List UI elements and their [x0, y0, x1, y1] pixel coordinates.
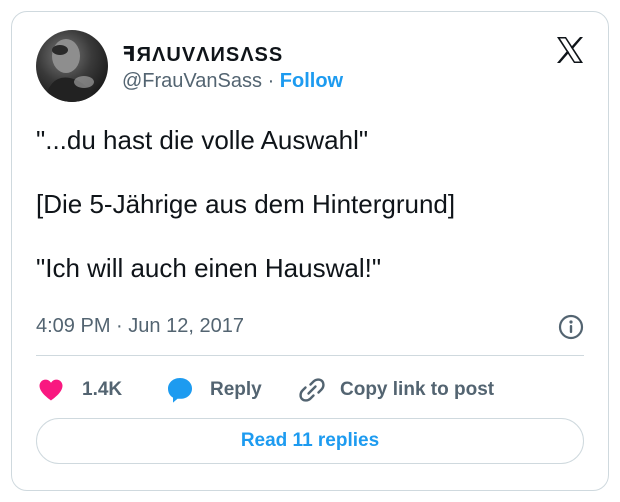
handle-row: @FrauVanSass · Follow [122, 70, 343, 93]
user-handle[interactable]: @FrauVanSass [122, 70, 262, 92]
timestamp[interactable]: 4:09 PM · Jun 12, 2017 [36, 315, 244, 338]
follow-button[interactable]: Follow [280, 70, 343, 92]
avatar[interactable] [36, 30, 108, 102]
info-icon[interactable] [558, 314, 584, 340]
tweet-time: 4:09 PM [36, 315, 111, 337]
display-name[interactable]: ꟻЯΛUVΛИSΛSS [122, 42, 283, 67]
like-button[interactable]: 1.4K [38, 372, 122, 408]
copy-link-label: Copy link to post [340, 379, 495, 400]
speech-bubble-icon [168, 378, 192, 403]
link-icon [299, 378, 325, 402]
x-logo-icon[interactable] [554, 34, 586, 66]
date-separator: · [116, 315, 123, 337]
tweet-line: "Ich will auch einen Hauswal!" [36, 253, 382, 283]
handle-separator: · [267, 70, 275, 92]
divider [36, 355, 584, 356]
like-count: 1.4K [82, 379, 123, 400]
tweet-line: "...du hast die volle Auswahl" [36, 125, 369, 155]
heart-icon [39, 379, 63, 401]
read-replies-button[interactable]: Read 11 replies [36, 418, 584, 464]
copy-link-button[interactable]: Copy link to post [298, 372, 494, 408]
reply-button[interactable]: Reply [166, 372, 262, 408]
tweet-card: ꟻЯΛUVΛИSΛSS @FrauVanSass · Follow "...du… [11, 11, 609, 491]
tweet-text: "...du hast die volle Auswahl" [Die 5-Jä… [36, 124, 586, 284]
tweet-date: Jun 12, 2017 [128, 315, 244, 337]
tweet-line: [Die 5-Jährige aus dem Hintergrund] [36, 189, 456, 219]
tweet-line [36, 220, 586, 252]
tweet-line [36, 156, 586, 188]
reply-label: Reply [210, 379, 262, 400]
